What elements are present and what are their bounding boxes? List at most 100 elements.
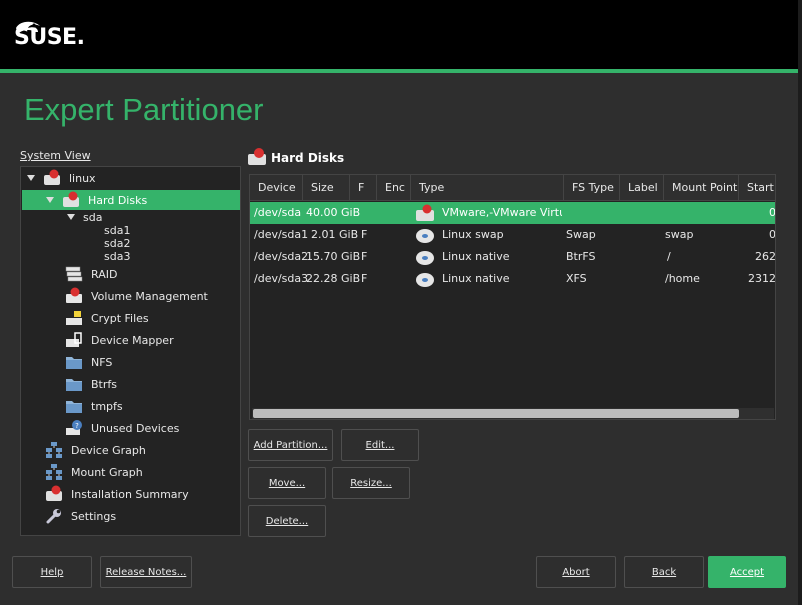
cell-start: 262 [755,250,776,263]
horizontal-scrollbar[interactable] [252,408,774,419]
panel-title: Hard Disks [271,151,345,165]
resize-button-label: Resize... [350,477,392,489]
accept-button[interactable]: Accept [708,556,786,588]
column-fs-type[interactable]: FS Type [564,175,620,201]
tree-item-sda2[interactable]: sda2 [104,236,130,250]
tree-item-btrfs[interactable]: Btrfs [65,374,117,394]
help-button[interactable]: Help [12,556,92,588]
expand-arrow-icon[interactable] [27,175,35,181]
cell-start: 2312 [748,272,776,285]
system-view-label: System View [20,149,91,162]
tree-item-mount-graph[interactable]: Mount Graph [45,462,143,482]
resize-button[interactable]: Resize... [332,467,410,499]
tree-item-tmpfs[interactable]: tmpfs [65,396,123,416]
column-mount-point[interactable]: Mount Point [664,175,739,201]
cell-device: /dev/sda3 [254,272,309,285]
folder-icon [66,401,82,413]
back-button-label: Back [651,566,677,578]
delete-button-label: Delete... [265,515,309,527]
tree-item-nfs[interactable]: NFS [65,352,112,372]
tree-item-linux[interactable]: linux [27,168,96,188]
table-row[interactable]: /dev/sda3 22.28 GiB F Linux native XFS /… [250,268,776,290]
suse-logo-text: SUSE. [14,25,85,50]
mount-graph-icon [46,464,62,480]
move-button[interactable]: Move... [248,467,326,499]
banner-accent-line [0,69,802,73]
column-start[interactable]: Start [739,175,775,201]
column-f[interactable]: F [350,175,377,201]
tree-item-raid[interactable]: RAID [65,264,117,284]
hard-disk-icon [416,204,434,221]
cell-device: /dev/sda2 [254,250,309,263]
tree-item-label: NFS [91,355,113,369]
cell-start: 0 [769,228,776,241]
svg-text:?: ? [75,422,79,430]
tree-item-label: sda3 [104,249,131,263]
tree-item-label: RAID [91,267,118,281]
tree-item-volume-management[interactable]: Volume Management [65,286,208,306]
tree-item-installation-summary[interactable]: Installation Summary [45,484,189,504]
cell-mount-point: swap [665,228,694,241]
cell-f: F [361,272,368,285]
hard-disk-icon [44,169,60,185]
cell-f: F [361,250,368,263]
expand-arrow-icon[interactable] [46,197,54,203]
cell-mount-point: / [667,250,671,263]
column-device[interactable]: Device [250,175,303,201]
cell-type: Linux swap [442,228,504,241]
partition-disk-icon [416,251,434,265]
scrollbar-thumb[interactable] [253,409,739,418]
column-type[interactable]: Type [411,175,564,201]
tree-item-sda[interactable]: sda [67,208,102,226]
hard-disk-icon [248,148,266,165]
expand-arrow-icon[interactable] [67,214,75,220]
cell-type: Linux native [442,250,510,263]
abort-button[interactable]: Abort [536,556,616,588]
delete-button[interactable]: Delete... [248,505,326,537]
device-mapper-icon [66,332,82,347]
tree-item-label: Device Mapper [91,333,174,347]
crypt-files-icon [66,311,82,325]
tree-item-device-graph[interactable]: Device Graph [45,440,146,460]
tree-item-label: Mount Graph [71,465,143,479]
back-button[interactable]: Back [624,556,704,588]
installation-summary-icon [46,485,62,501]
tree-item-sda3[interactable]: sda3 [104,249,130,263]
system-view-tree[interactable]: linux Hard Disks sda sda1 sda2 sda3 RAID… [20,166,241,536]
table-row[interactable]: /dev/sda1 2.01 GiB F Linux swap Swap swa… [250,224,776,246]
column-enc[interactable]: Enc [377,175,411,201]
cell-size: 2.01 GiB [311,228,359,241]
tree-item-label: Installation Summary [71,487,189,501]
cell-size: 15.70 GiB [306,250,361,263]
tree-item-unused-devices[interactable]: ? Unused Devices [65,418,179,438]
column-label[interactable]: Label [620,175,664,201]
edit-button-label: Edit... [365,439,395,451]
table-row[interactable]: /dev/sda 40.00 GiB VMware,-VMware Virtua… [250,202,775,224]
table-header: Device Size F Enc Type FS Type Label Mou… [250,175,775,201]
hard-disk-icon [63,191,79,207]
edit-button[interactable]: Edit... [341,429,419,461]
table-row[interactable]: /dev/sda2 15.70 GiB F Linux native BtrFS… [250,246,776,268]
add-partition-button[interactable]: Add Partition... [248,429,333,461]
cell-type: Linux native [442,272,510,285]
tree-item-sda1[interactable]: sda1 [104,223,130,237]
tree-item-label: tmpfs [91,399,123,413]
release-notes-button[interactable]: Release Notes... [100,556,192,588]
page-title: Expert Partitioner [24,92,264,127]
tree-item-hard-disks[interactable]: Hard Disks [22,190,240,210]
tree-item-device-mapper[interactable]: Device Mapper [65,330,174,350]
unused-devices-icon: ? [66,420,82,435]
tree-item-label: sda [83,210,103,224]
tree-item-label: Volume Management [91,289,208,303]
device-graph-icon [46,442,62,458]
cell-mount-point: /home [665,272,700,285]
cell-f: F [361,228,368,241]
partition-table[interactable]: Device Size F Enc Type FS Type Label Mou… [249,174,776,420]
cell-device: /dev/sda [254,206,302,219]
tree-item-settings[interactable]: Settings [45,506,116,526]
column-size[interactable]: Size [303,175,350,201]
release-notes-button-label: Release Notes... [105,566,187,578]
tree-item-label: sda1 [104,223,131,237]
tree-item-crypt-files[interactable]: Crypt Files [65,308,149,328]
accept-button-label: Accept [729,566,765,578]
